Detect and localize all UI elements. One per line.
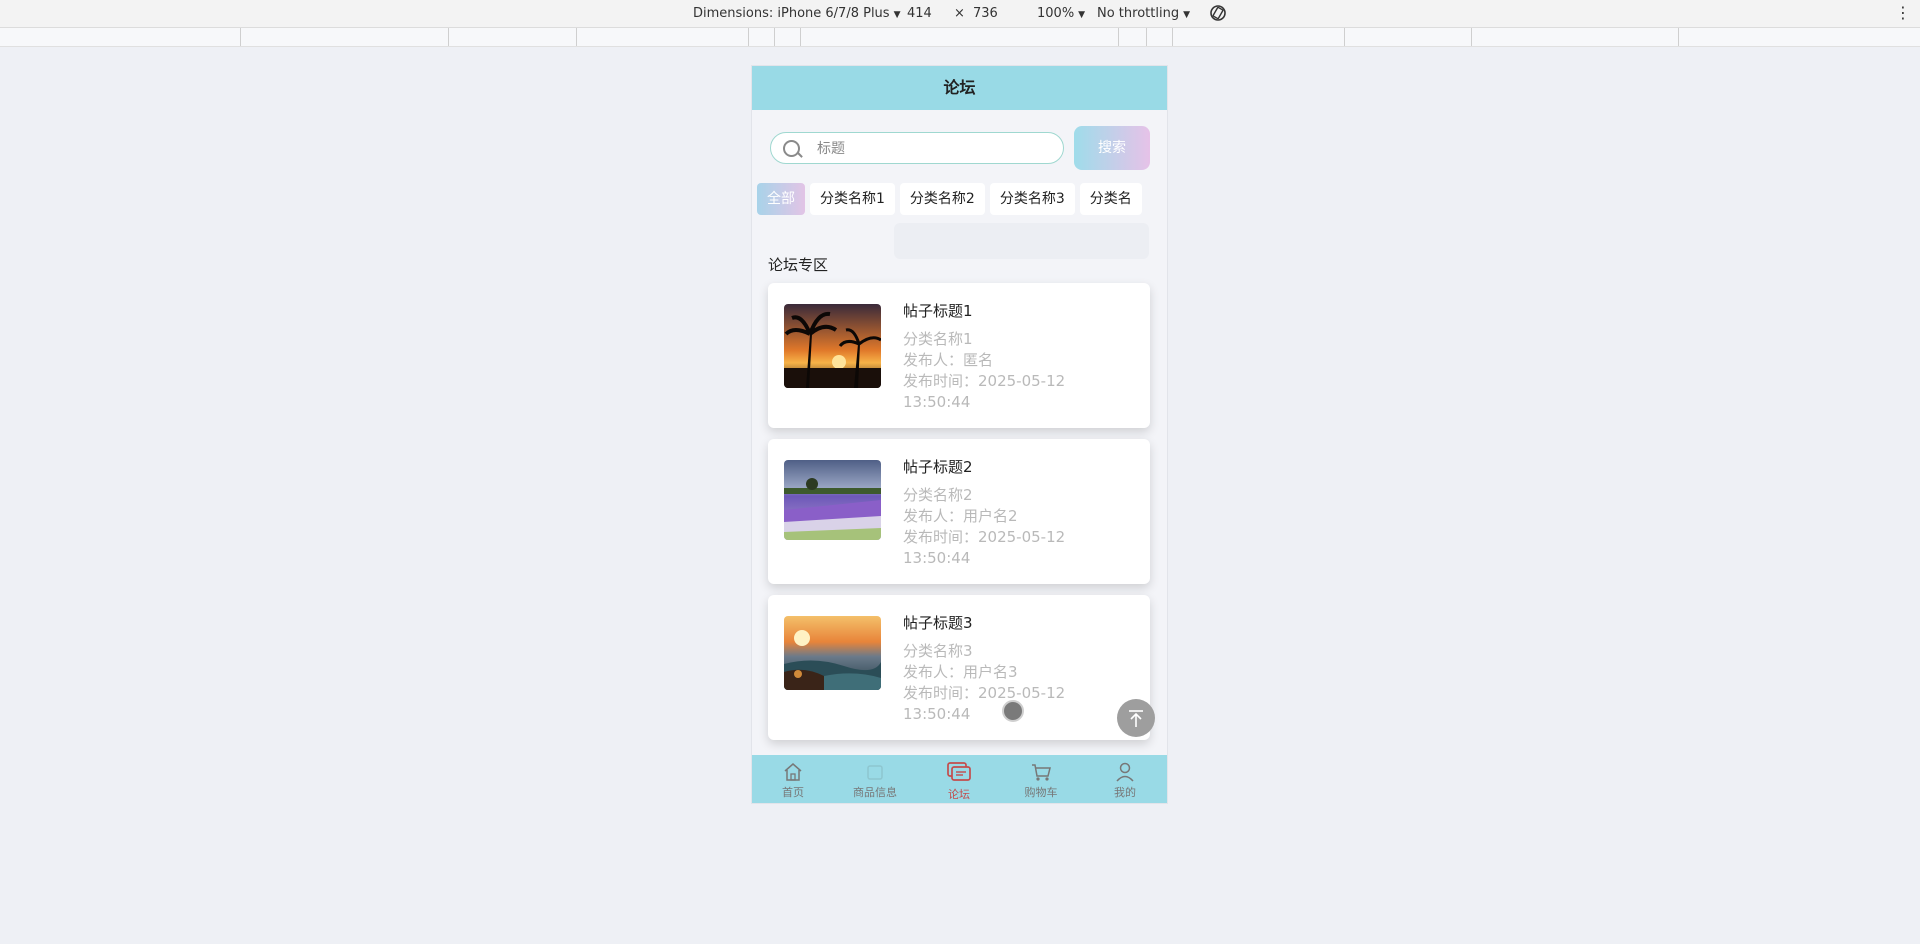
category-tabs: 全部 分类名称1 分类名称2 分类名称3 分类名 (757, 183, 1167, 217)
post-time: 发布时间：2025-05-12 13:50:44 (903, 528, 1066, 567)
tab-label: 商品信息 (853, 786, 897, 799)
devtools-toolbar: Dimensions: iPhone 6/7/8 Plus ▼ 414 × 736… (0, 0, 1920, 28)
post-category: 分类名称2 (903, 486, 973, 504)
cart-icon (1032, 764, 1051, 781)
post-title: 帖子标题1 (903, 302, 973, 320)
user-icon (1116, 762, 1134, 782)
ruler-tick (240, 28, 241, 46)
post-thumbnail (784, 616, 881, 690)
viewport-height[interactable]: 736 (973, 6, 998, 21)
ruler-tick (774, 28, 775, 46)
category-tab-1[interactable]: 分类名称1 (810, 183, 895, 215)
rotate-icon[interactable] (1208, 3, 1228, 27)
post-title: 帖子标题3 (903, 614, 973, 632)
category-tab-all[interactable]: 全部 (757, 183, 805, 215)
post-card[interactable]: 帖子标题1 分类名称1 发布人：匿名 发布时间：2025-05-12 13:50… (768, 283, 1150, 428)
tab-label: 首页 (782, 786, 804, 799)
caret-down-icon: ▼ (893, 10, 901, 20)
page-title: 论坛 (752, 66, 1167, 110)
zoom-selector[interactable]: 100% ▼ (1037, 6, 1085, 21)
post-time: 发布时间：2025-05-12 13:50:44 (903, 372, 1066, 411)
home-icon (784, 763, 802, 781)
caret-down-icon: ▼ (1183, 10, 1190, 20)
post-card[interactable]: 帖子标题2 分类名称2 发布人：用户名2 发布时间：2025-05-12 13:… (768, 439, 1150, 584)
device-name: Dimensions: iPhone 6/7/8 Plus (693, 6, 890, 21)
ruler-tick (1678, 28, 1679, 46)
post-author: 发布人：用户名3 (903, 663, 1018, 681)
media-query-ruler (0, 28, 1920, 47)
search-input[interactable] (815, 133, 1049, 165)
post-author: 发布人：用户名2 (903, 507, 1018, 525)
chat-icon (947, 762, 971, 781)
post-category: 分类名称3 (903, 642, 973, 660)
tab-mine[interactable]: 我的 (1084, 755, 1166, 803)
goods-icon (867, 765, 883, 780)
tab-home[interactable]: 首页 (752, 755, 834, 803)
throttling-value: No throttling (1097, 6, 1180, 21)
ruler-tick (1471, 28, 1472, 46)
ruler-tick (1146, 28, 1147, 46)
caret-down-icon: ▼ (1078, 10, 1086, 20)
category-tab-3[interactable]: 分类名称3 (989, 183, 1075, 215)
ruler-tick (576, 28, 577, 46)
touch-cursor (1002, 700, 1024, 722)
post-list: 帖子标题1 分类名称1 发布人：匿名 发布时间：2025-05-12 13:50… (768, 283, 1151, 751)
category-tab-4[interactable]: 分类名 (1079, 183, 1142, 215)
sea-sunset-image (784, 616, 881, 690)
post-category: 分类名称1 (903, 330, 973, 348)
lavender-field-image (784, 460, 881, 540)
ruler-tick (748, 28, 749, 46)
placeholder-block (894, 223, 1149, 259)
post-meta: 分类名称2 发布人：用户名2 发布时间：2025-05-12 13:50:44 (903, 485, 1113, 569)
arrow-up-icon (1129, 710, 1143, 727)
viewport-width[interactable]: 414 (907, 6, 932, 21)
tab-cart[interactable]: 购物车 (1000, 755, 1082, 803)
palm-sunset-image (784, 304, 881, 388)
device-selector[interactable]: Dimensions: iPhone 6/7/8 Plus ▼ (693, 6, 901, 21)
post-thumbnail (784, 460, 881, 540)
post-meta: 分类名称1 发布人：匿名 发布时间：2025-05-12 13:50:44 (903, 329, 1113, 413)
bottom-tab-bar: 首页 商品信息 论坛 购物车 我的 (752, 755, 1167, 803)
throttling-selector[interactable]: No throttling ▼ (1097, 6, 1190, 21)
post-author: 发布人：匿名 (903, 351, 994, 369)
ruler-tick (1118, 28, 1119, 46)
post-card[interactable]: 帖子标题3 分类名称3 发布人：用户名3 发布时间：2025-05-12 13:… (768, 595, 1150, 740)
tab-forum[interactable]: 论坛 (918, 755, 1000, 803)
search-icon (783, 140, 800, 157)
search-box[interactable] (770, 132, 1064, 165)
section-title: 论坛专区 (768, 256, 829, 274)
search-button[interactable]: 搜索 (1074, 126, 1150, 170)
search-bar: 搜索 (752, 126, 1167, 172)
ruler-tick (800, 28, 801, 46)
post-title: 帖子标题2 (903, 458, 973, 476)
ruler-tick (1344, 28, 1345, 46)
zoom-value: 100% (1037, 6, 1075, 21)
tab-label: 我的 (1114, 786, 1136, 799)
ruler-tick (448, 28, 449, 46)
tab-label: 购物车 (1024, 786, 1058, 799)
category-tab-2[interactable]: 分类名称2 (899, 183, 985, 215)
mobile-viewport: 论坛 搜索 全部分类名称1分类名称2分类名称3分类名 论坛专区 (752, 66, 1167, 803)
tab-label: 论坛 (948, 788, 970, 801)
more-options-icon[interactable]: ⋮ (1895, 3, 1911, 22)
tab-goods[interactable]: 商品信息 (834, 755, 916, 803)
back-to-top-button[interactable] (1117, 699, 1155, 737)
dimension-separator: × (954, 6, 965, 21)
post-thumbnail (784, 304, 881, 388)
ruler-tick (1172, 28, 1173, 46)
